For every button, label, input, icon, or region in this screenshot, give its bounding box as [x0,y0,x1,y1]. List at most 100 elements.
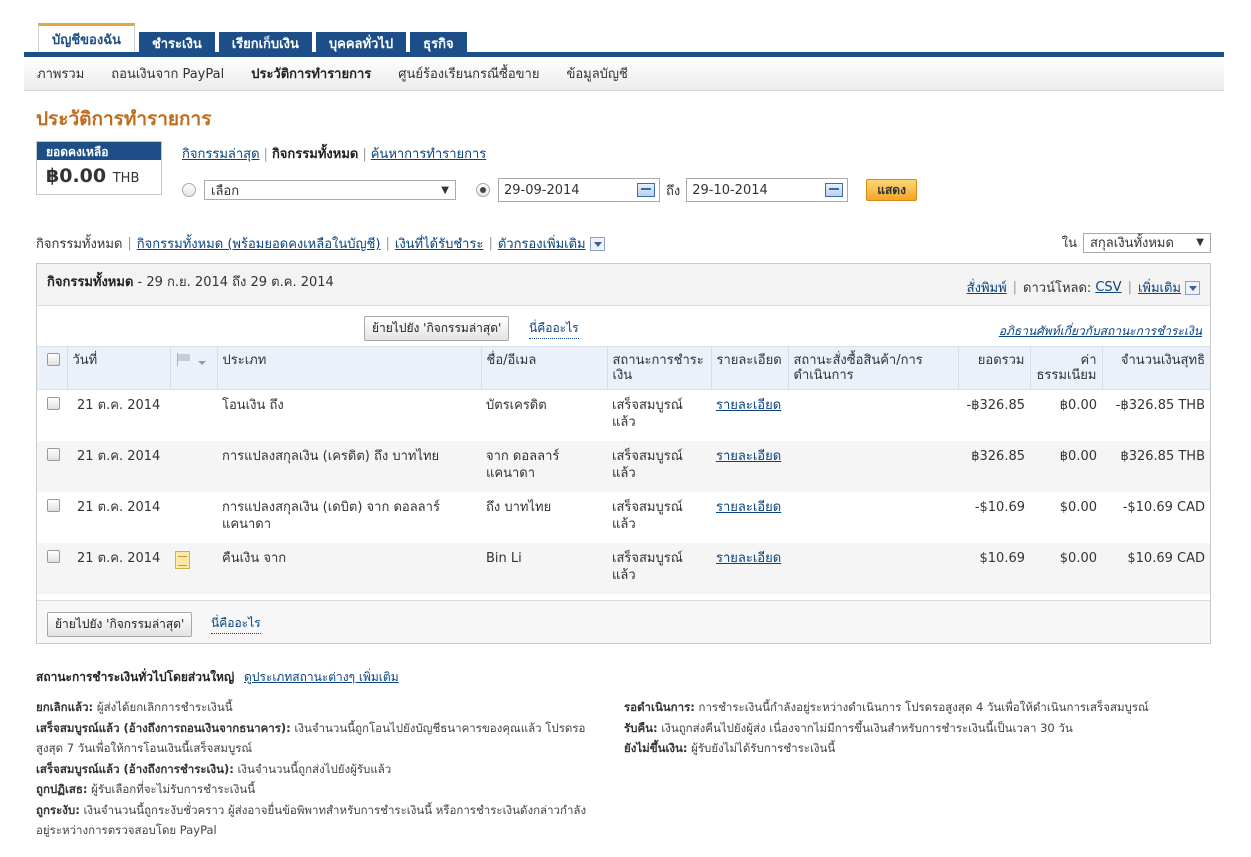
legend-item: เสร็จสมบูรณ์แล้ว (อ้างถึงการถอนเงินจากธน… [36,718,591,759]
currency-label: ใน [1061,236,1077,251]
page-title: ประวัติการทำรายการ [36,108,212,130]
select-all-checkbox[interactable] [47,353,60,366]
row-type: คืนเงิน จาก [222,550,287,566]
period-select[interactable]: เลือก ▼ [204,180,456,200]
to-date-field[interactable]: 29-10-2014 [686,178,849,202]
select-radio[interactable] [182,183,196,197]
row-name: Bin Li [486,550,522,566]
status-glossary-link[interactable]: อภิธานศัพท์เกี่ยวกับสถานะการชำระเงิน [999,322,1202,341]
row-details-link[interactable]: รายละเอียด [716,500,781,515]
from-date-field[interactable]: 29-09-2014 [498,178,660,202]
what-is-this-link-bottom[interactable]: นี่คืออะไร [211,614,261,634]
legend-desc: เงินจำนวนนี้ถูกส่งไปยังผู้รับแล้ว [237,761,392,776]
move-to-recent-button[interactable]: ย้ายไปยัง 'กิจกรรมล่าสุด' [364,316,510,341]
table-row[interactable]: 21 ต.ค. 2014 การแปลงสกุลเงิน (เดบิต) จาก… [37,492,1210,543]
row-date: 21 ต.ค. 2014 [77,448,161,464]
date-range-radio[interactable] [476,183,490,197]
date-filter: เลือก ▼ 29-09-2014 ถึง 29-10-2014 แสดง [182,178,917,202]
legend-term: ยกเลิกแล้ว: [36,700,94,714]
row-details-link[interactable]: รายละเอียด [716,551,781,566]
legend-term: เสร็จสมบูรณ์แล้ว (อ้างถึงการชำระเงิน): [36,761,234,776]
legend-item: รอดำเนินการ: การชำระเงินนี้กำลังอยู่ระหว… [624,697,1179,718]
search-transactions-link[interactable]: ค้นหาการทำรายการ [371,147,487,162]
print-link[interactable]: สั่งพิมพ์ [967,277,1007,298]
table-row[interactable]: 21 ต.ค. 2014 คืนเงิน จาก Bin Li เสร็จสมบ… [37,542,1210,594]
legend-item: รับคืน: เงินถูกส่งคืนไปยังผู้ส่ง เนื่องจ… [624,718,1179,739]
all-activity-with-balance-link[interactable]: กิจกรรมทั้งหมด (พร้อมยอดคงเหลือในบัญชี) [137,233,381,254]
currency-select[interactable]: สกุลเงินทั้งหมด ▼ [1083,232,1211,253]
col-flag[interactable] [170,346,218,390]
col-name-email[interactable]: ชื่อ/อีเมล [481,346,608,390]
more-actions-dropdown-icon[interactable] [1185,280,1200,295]
row-checkbox[interactable] [47,549,60,563]
row-details-link[interactable]: รายละเอียด [716,449,781,464]
what-is-this-link[interactable]: นี่คืออะไร [529,319,579,339]
col-gross[interactable]: ยอดรวม [958,346,1031,390]
row-details-cell: รายละเอียด [711,543,788,594]
move-to-recent-button-bottom[interactable]: ย้ายไปยัง 'กิจกรรมล่าสุด' [47,612,193,637]
row-net: -฿326.85 THB [1115,398,1205,413]
flag-icon [176,353,194,366]
sub-navigation: ภาพรวม ถอนเงินจาก PayPal ประวัติการทำราย… [24,57,1224,91]
panel-footer: ย้ายไปยัง 'กิจกรรมล่าสุด' นี่คืออะไร [37,600,1210,643]
more-filters-link[interactable]: ตัวกรองเพิ่มเติม [498,233,586,254]
from-date-value: 29-09-2014 [504,182,580,198]
table-row[interactable]: 21 ต.ค. 2014 การแปลงสกุลเงิน (เครดิต) ถึ… [37,440,1210,492]
col-fee[interactable]: ค่าธรรมเนียม [1030,346,1103,390]
row-note-cell [170,390,217,441]
row-checkbox[interactable] [47,447,60,461]
row-fee: ฿0.00 [1059,398,1097,413]
calendar-icon[interactable] [825,183,844,197]
row-order-status [788,543,958,594]
chevron-down-icon: ▼ [441,184,449,196]
more-actions-link[interactable]: เพิ่มเติม [1138,277,1181,298]
row-checkbox[interactable] [47,397,60,410]
subnav-profile[interactable]: ข้อมูลบัญชี [566,63,627,84]
col-details: รายละเอียด [711,346,789,390]
table-row[interactable]: 21 ต.ค. 2014 โอนเงิน ถึง บัตรเครดิต เสร็… [37,390,1210,441]
to-label: ถึง [666,183,681,199]
subnav-history[interactable]: ประวัติการทำรายการ [251,63,371,84]
view-switcher: กิจกรรมล่าสุด | กิจกรรมทั้งหมด | ค้นหาการทำร… [182,147,487,162]
subnav-overview[interactable]: ภาพรวม [37,63,84,84]
col-net[interactable]: จำนวนเงินสุทธิ [1102,347,1210,390]
show-button[interactable]: แสดง [866,179,917,201]
row-note-cell [170,492,217,543]
legend-item: ถูกระงับ: เงินจำนวนนี้ถูกระงับชั่วคราว ผ… [36,800,591,841]
select-all-cell [37,346,68,390]
payments-received-link[interactable]: เงินที่ได้รับชำระ [395,233,484,254]
balance-label: ยอดคงเหลือ [37,142,161,160]
period-select-value: เลือก [211,183,240,199]
col-type[interactable]: ประเภท [217,346,482,390]
row-note-cell [170,441,217,492]
col-date[interactable]: วันที่ [67,346,171,390]
legend-item: ยังไม่ขึ้นเงิน: ผู้รับยังไม่ได้รับการชำร… [624,738,1179,759]
panel-header: กิจกรรมทั้งหมด - 29 ก.ย. 2014 ถึง 29 ต.ค… [37,264,1210,306]
more-filters-dropdown-icon[interactable] [589,236,605,251]
balance-box: ยอดคงเหลือ ฿0.00 THB [36,141,162,195]
transactions-panel: กิจกรรมทั้งหมด - 29 ก.ย. 2014 ถึง 29 ต.ค… [36,263,1211,644]
row-details-link[interactable]: รายละเอียด [716,398,781,413]
note-icon[interactable] [175,550,190,569]
csv-download-link[interactable]: CSV [1095,280,1121,295]
legend-term: รอดำเนินการ: [624,700,695,714]
chevron-down-icon: ▼ [1196,237,1204,248]
status-legend-title: สถานะการชำระเงินทั่วไปโดยส่วนใหญ่ ดูประเ… [36,668,399,687]
panel-title: กิจกรรมทั้งหมด - 29 ก.ย. 2014 ถึง 29 ต.ค… [47,275,347,290]
col-payment-status[interactable]: สถานะการชำระเงิน [607,346,712,390]
row-checkbox[interactable] [47,498,60,512]
table-header-row: วันที่ ประเภท ชื่อ/อีเมล สถานะการชำระเงิ… [37,346,1210,390]
recent-activity-link[interactable]: กิจกรรมล่าสุด [182,147,260,162]
subnav-withdraw[interactable]: ถอนเงินจาก PayPal [111,63,224,84]
row-name: ถึง บาทไทย [486,499,552,515]
status-legend-left: ยกเลิกแล้ว: ผู้ส่งได้ยกเลิกการชำระเงินนี… [36,697,591,841]
balance-currency: THB [112,171,140,186]
legend-desc: เงินถูกส่งคืนไปยังผู้ส่ง เนื่องจากไม่มีก… [661,720,1073,735]
to-date-value: 29-10-2014 [692,182,768,198]
legend-desc: ผู้รับเลือกที่จะไม่รับการชำระเงินนี้ [91,782,256,796]
calendar-icon[interactable] [637,183,655,197]
transactions-table: วันที่ ประเภท ชื่อ/อีเมล สถานะการชำระเงิ… [37,346,1210,594]
chevron-down-icon [197,360,206,365]
more-status-types-link[interactable]: ดูประเภทสถานะต่างๆ เพิ่มเติม [244,670,399,684]
subnav-resolution-center[interactable]: ศูนย์ร้องเรียนกรณีซื้อขาย [398,63,539,84]
